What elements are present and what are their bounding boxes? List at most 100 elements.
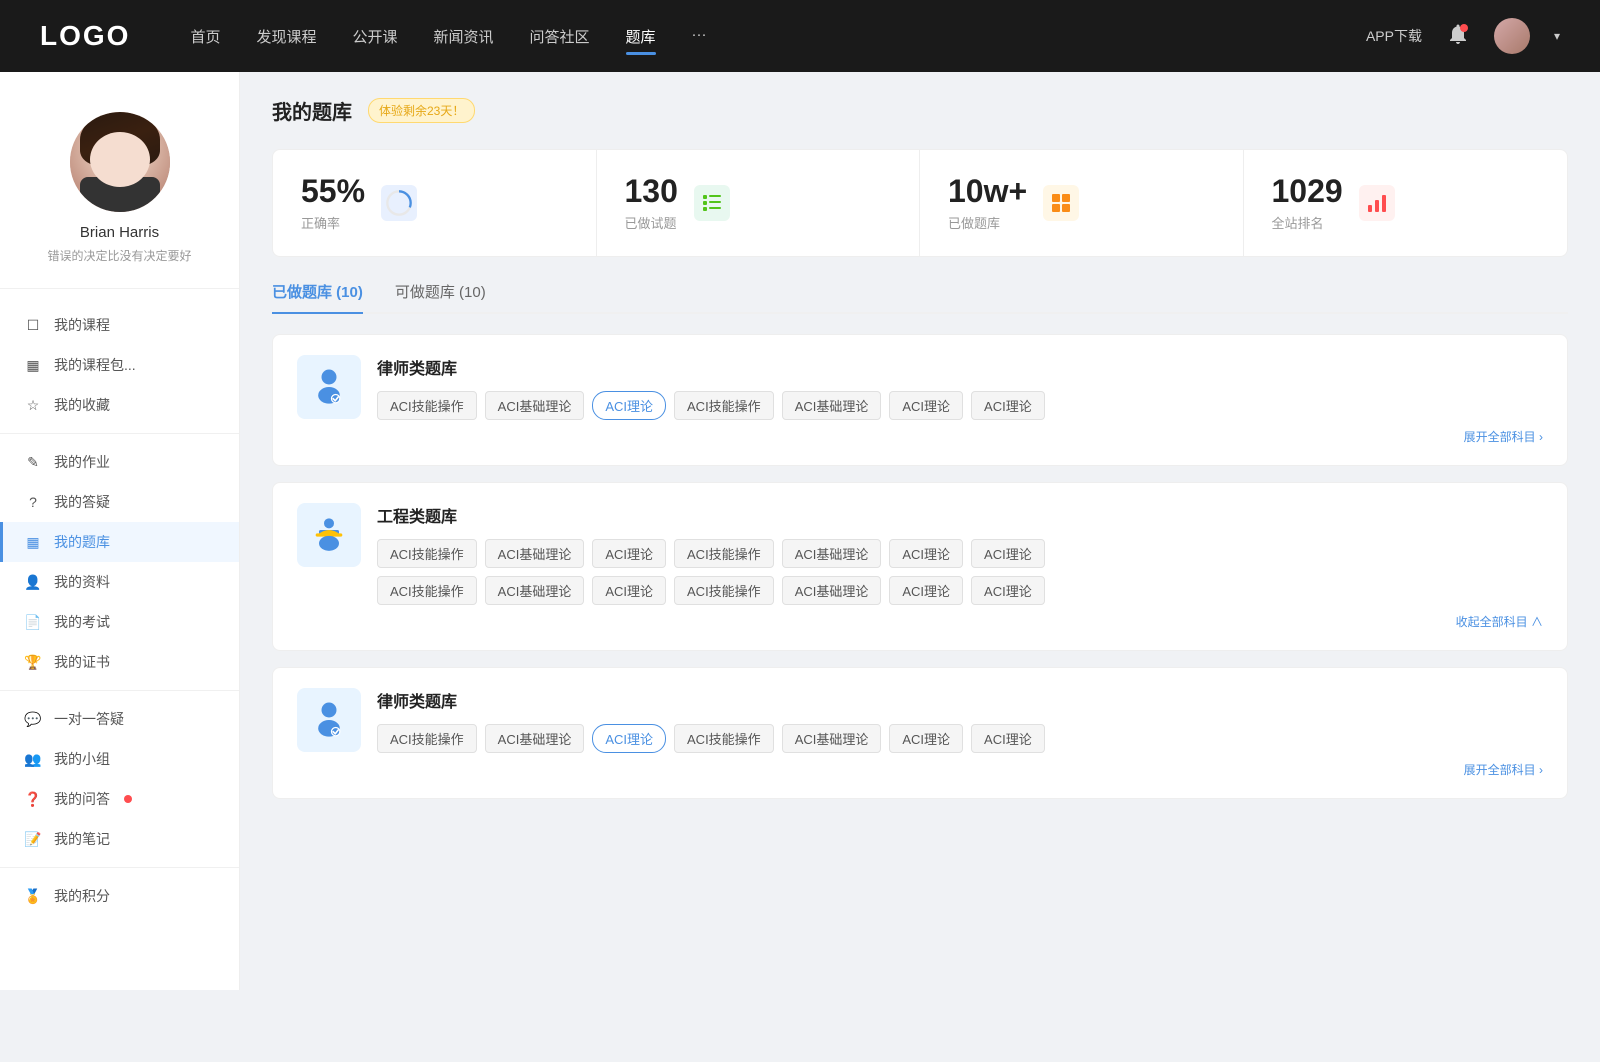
tag-2[interactable]: ACI基础理论 <box>485 391 585 420</box>
eng-tag-5[interactable]: ACI基础理论 <box>782 539 882 568</box>
tab-row: 已做题库 (10) 可做题库 (10) <box>272 281 1568 314</box>
eng-tag-4[interactable]: ACI技能操作 <box>674 539 774 568</box>
bank-title-lawyer-1: 律师类题库 <box>377 355 1543 379</box>
eng-tag-10[interactable]: ACI理论 <box>592 576 666 605</box>
bar-icon: ▦ <box>24 356 42 374</box>
menu-item-course[interactable]: ☐ 我的课程 <box>0 305 239 345</box>
sidebar-avatar <box>70 112 170 212</box>
menu-label-notes: 我的笔记 <box>54 829 110 849</box>
sidebar-motto: 错误的决定比没有决定要好 <box>47 247 191 264</box>
eng-tag-6[interactable]: ACI理论 <box>889 539 963 568</box>
menu-item-quiz[interactable]: ▦ 我的题库 <box>0 522 239 562</box>
menu-item-profile[interactable]: 👤 我的资料 <box>0 562 239 602</box>
group-icon: 👥 <box>24 750 42 768</box>
eng-tag-11[interactable]: ACI技能操作 <box>674 576 774 605</box>
notification-bell[interactable] <box>1446 22 1470 51</box>
eng-tag-9[interactable]: ACI基础理论 <box>485 576 585 605</box>
bank-title-lawyer-2: 律师类题库 <box>377 688 1543 712</box>
menu-label-favorites: 我的收藏 <box>54 395 110 415</box>
tag-1[interactable]: ACI技能操作 <box>377 391 477 420</box>
engineer-icon <box>297 503 361 567</box>
star-icon: ☆ <box>24 396 42 414</box>
menu-item-qna[interactable]: ❓ 我的问答 <box>0 779 239 819</box>
main-content: 我的题库 体验剩余23天！ 55% 正确率 130 <box>240 72 1600 990</box>
eng-tag-2[interactable]: ACI基础理论 <box>485 539 585 568</box>
tag-5[interactable]: ACI基础理论 <box>782 391 882 420</box>
bank-card-footer-engineer: 收起全部科目 ∧ <box>297 613 1543 630</box>
tag-6[interactable]: ACI理论 <box>889 391 963 420</box>
note-icon: 📝 <box>24 830 42 848</box>
stat-banks-label: 已做题库 <box>948 213 1027 232</box>
stat-rank-value: 1029 <box>1272 174 1343 209</box>
menu-item-notes[interactable]: 📝 我的笔记 <box>0 819 239 859</box>
menu-item-group[interactable]: 👥 我的小组 <box>0 739 239 779</box>
logo: LOGO <box>40 20 130 52</box>
tag-4[interactable]: ACI技能操作 <box>674 391 774 420</box>
menu-item-points[interactable]: 🏅 我的积分 <box>0 876 239 916</box>
menu-item-answer[interactable]: ? 我的答疑 <box>0 482 239 522</box>
stat-questions: 130 已做试题 <box>597 150 921 256</box>
sidebar-username: Brian Harris <box>80 224 159 241</box>
law2-tag-5[interactable]: ACI基础理论 <box>782 724 882 753</box>
eng-tag-3[interactable]: ACI理论 <box>592 539 666 568</box>
nav-right: APP下载 ▾ <box>1366 18 1560 54</box>
menu-label-answer: 我的答疑 <box>54 492 110 512</box>
nav-more[interactable]: ··· <box>692 22 707 51</box>
tab-available[interactable]: 可做题库 (10) <box>395 281 486 312</box>
app-download-button[interactable]: APP下载 <box>1366 26 1422 46</box>
nav-news[interactable]: 新闻资讯 <box>434 22 494 51</box>
navbar: LOGO 首页 发现课程 公开课 新闻资讯 问答社区 题库 ··· APP下载 … <box>0 0 1600 72</box>
lawyer-figure-icon-2 <box>309 700 349 740</box>
tag-3-active[interactable]: ACI理论 <box>592 391 666 420</box>
menu-item-package[interactable]: ▦ 我的课程包... <box>0 345 239 385</box>
stat-accuracy-value: 55% <box>301 174 365 209</box>
eng-tag-7[interactable]: ACI理论 <box>971 539 1045 568</box>
trial-badge: 体验剩余23天！ <box>368 98 475 123</box>
nav-discover[interactable]: 发现课程 <box>256 22 316 51</box>
law2-tag-4[interactable]: ACI技能操作 <box>674 724 774 753</box>
user-icon: 👤 <box>24 573 42 591</box>
bank-title-engineer: 工程类题库 <box>377 503 1543 527</box>
lawyer-icon <box>297 355 361 419</box>
menu-item-tutor[interactable]: 💬 一对一答疑 <box>0 699 239 739</box>
eng-tag-8[interactable]: ACI技能操作 <box>377 576 477 605</box>
notification-dot <box>1460 24 1468 32</box>
nav-qa[interactable]: 问答社区 <box>530 22 590 51</box>
eng-tag-1[interactable]: ACI技能操作 <box>377 539 477 568</box>
nav-home[interactable]: 首页 <box>190 22 220 51</box>
menu-label-package: 我的课程包... <box>54 355 136 375</box>
menu-label-tutor: 一对一答疑 <box>54 709 124 729</box>
menu-item-exam[interactable]: 📄 我的考试 <box>0 602 239 642</box>
sidebar-menu: ☐ 我的课程 ▦ 我的课程包... ☆ 我的收藏 ✎ 我的作业 ? 我的答疑 ▦ <box>0 289 239 932</box>
bank-card-footer-1: 展开全部科目 › <box>297 428 1543 445</box>
sidebar-profile: Brian Harris 错误的决定比没有决定要好 <box>0 96 239 289</box>
menu-item-homework[interactable]: ✎ 我的作业 <box>0 442 239 482</box>
nav-quiz[interactable]: 题库 <box>626 22 656 51</box>
bank-card-engineer: 工程类题库 ACI技能操作 ACI基础理论 ACI理论 ACI技能操作 ACI基… <box>272 482 1568 651</box>
points-icon: 🏅 <box>24 887 42 905</box>
menu-label-points: 我的积分 <box>54 886 110 906</box>
menu-label-quiz: 我的题库 <box>54 532 110 552</box>
expand-button-1[interactable]: 展开全部科目 › <box>1464 428 1543 445</box>
stat-accuracy-label: 正确率 <box>301 213 365 232</box>
law2-tag-2[interactable]: ACI基础理论 <box>485 724 585 753</box>
menu-item-cert[interactable]: 🏆 我的证书 <box>0 642 239 682</box>
law2-tag-1[interactable]: ACI技能操作 <box>377 724 477 753</box>
avatar-dropdown-icon[interactable]: ▾ <box>1554 29 1560 43</box>
tab-done[interactable]: 已做题库 (10) <box>272 281 363 312</box>
stat-banks: 10w+ 已做题库 <box>920 150 1244 256</box>
question-icon: ? <box>24 493 42 511</box>
tags-row-engineer-2: ACI技能操作 ACI基础理论 ACI理论 ACI技能操作 ACI基础理论 AC… <box>377 576 1543 605</box>
law2-tag-7[interactable]: ACI理论 <box>971 724 1045 753</box>
law2-tag-6[interactable]: ACI理论 <box>889 724 963 753</box>
avatar[interactable] <box>1494 18 1530 54</box>
tag-7[interactable]: ACI理论 <box>971 391 1045 420</box>
expand-button-lawyer-2[interactable]: 展开全部科目 › <box>1464 761 1543 778</box>
menu-item-favorites[interactable]: ☆ 我的收藏 <box>0 385 239 425</box>
eng-tag-14[interactable]: ACI理论 <box>971 576 1045 605</box>
eng-tag-12[interactable]: ACI基础理论 <box>782 576 882 605</box>
law2-tag-3-active[interactable]: ACI理论 <box>592 724 666 753</box>
collapse-button-engineer[interactable]: 收起全部科目 ∧ <box>1456 613 1543 630</box>
eng-tag-13[interactable]: ACI理论 <box>889 576 963 605</box>
nav-open[interactable]: 公开课 <box>352 22 397 51</box>
